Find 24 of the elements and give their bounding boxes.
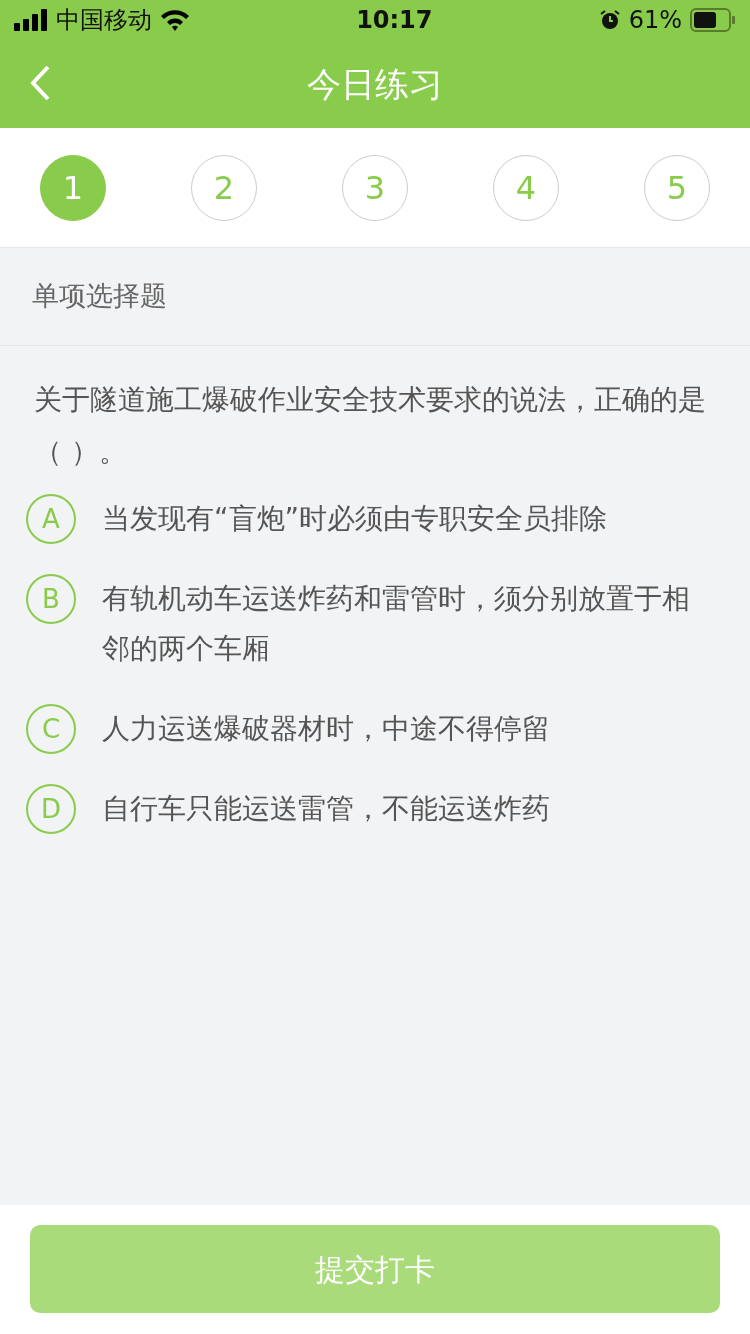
option-text[interactable]: 有轨机动车运送炸药和雷管时，须分别放置于相邻的两个车厢 (102, 574, 704, 674)
battery-icon (690, 8, 736, 32)
option-radio[interactable]: C (26, 704, 76, 754)
wifi-icon (160, 9, 190, 31)
question-number-tab[interactable]: 4 (493, 154, 559, 221)
option-text[interactable]: 人力运送爆破器材时，中途不得停留 (102, 704, 550, 754)
option-text[interactable]: 当发现有“盲炮”时必须由专职安全员排除 (102, 494, 607, 544)
back-icon[interactable] (28, 64, 52, 102)
option-radio[interactable]: A (26, 494, 76, 544)
battery-percent: 61% (628, 5, 682, 36)
question-number-tab[interactable]: 1 (40, 154, 106, 221)
option-radio[interactable]: D (26, 784, 76, 834)
option-text[interactable]: 自行车只能运送雷管，不能运送炸药 (102, 784, 550, 834)
question-number-tab[interactable]: 3 (342, 154, 408, 221)
question-number-tab[interactable]: 5 (644, 154, 710, 221)
alarm-icon (598, 9, 621, 31)
question-number-tab[interactable]: 2 (191, 154, 257, 221)
clock-time: 10:17 (356, 5, 433, 36)
page-title: 今日练习 (307, 62, 443, 106)
question-type: 单项选择题 (0, 248, 750, 346)
carrier-name: 中国移动 (56, 5, 152, 36)
signal-icon (14, 9, 48, 31)
question-text: 关于隧道施工爆破作业安全技术要求的说法，正确的是（ ）。 (33, 382, 707, 470)
option-radio[interactable]: B (26, 574, 76, 624)
